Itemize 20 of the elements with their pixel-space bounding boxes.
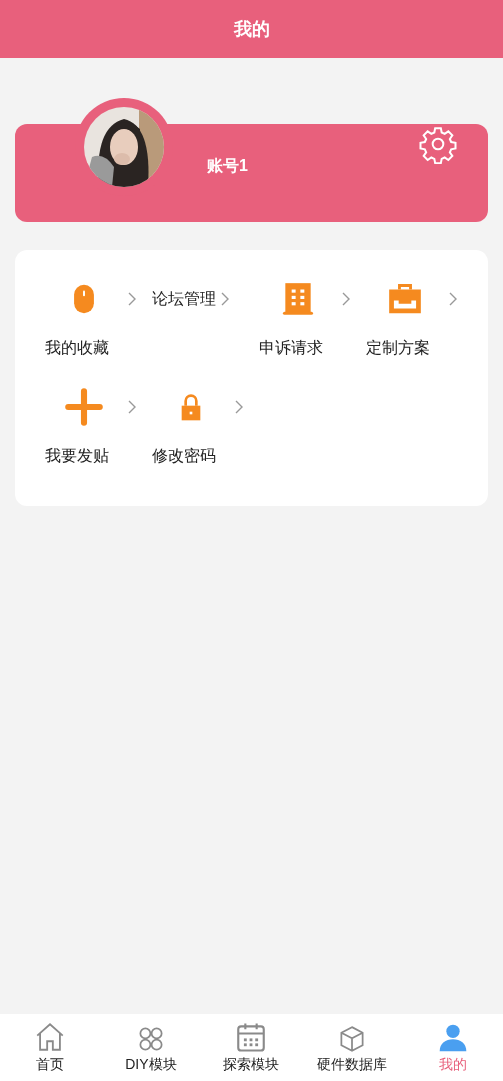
chevron-icon — [220, 291, 230, 307]
menu-item[interactable]: 论坛管理 — [152, 287, 216, 311]
chevron-icon — [127, 399, 137, 415]
tab-button[interactable]: 硬件数据库 — [301, 1014, 403, 1081]
plus-icon[interactable] — [63, 386, 105, 428]
account-name: 账号1 — [207, 156, 248, 176]
page-title: 我的 — [233, 18, 270, 41]
tab-button[interactable]: 探索模块 — [201, 1014, 302, 1081]
chevron-icon — [341, 291, 351, 307]
menu-item[interactable]: 定制方案 — [366, 336, 473, 360]
menu-item[interactable]: 修改密码 — [152, 444, 259, 468]
settings-icon[interactable] — [418, 124, 458, 164]
tab-button[interactable]: DIY模块 — [100, 1014, 202, 1081]
menu-item[interactable]: 我要发贴 — [45, 444, 152, 468]
chevron-icon — [127, 291, 137, 307]
chevron-icon — [448, 291, 458, 307]
menu-item[interactable]: 申诉请求 — [259, 336, 366, 360]
menu-item[interactable]: 我的收藏 — [45, 336, 152, 360]
chevron-icon — [234, 399, 244, 415]
tab-button[interactable]: 首页 — [0, 1014, 101, 1081]
